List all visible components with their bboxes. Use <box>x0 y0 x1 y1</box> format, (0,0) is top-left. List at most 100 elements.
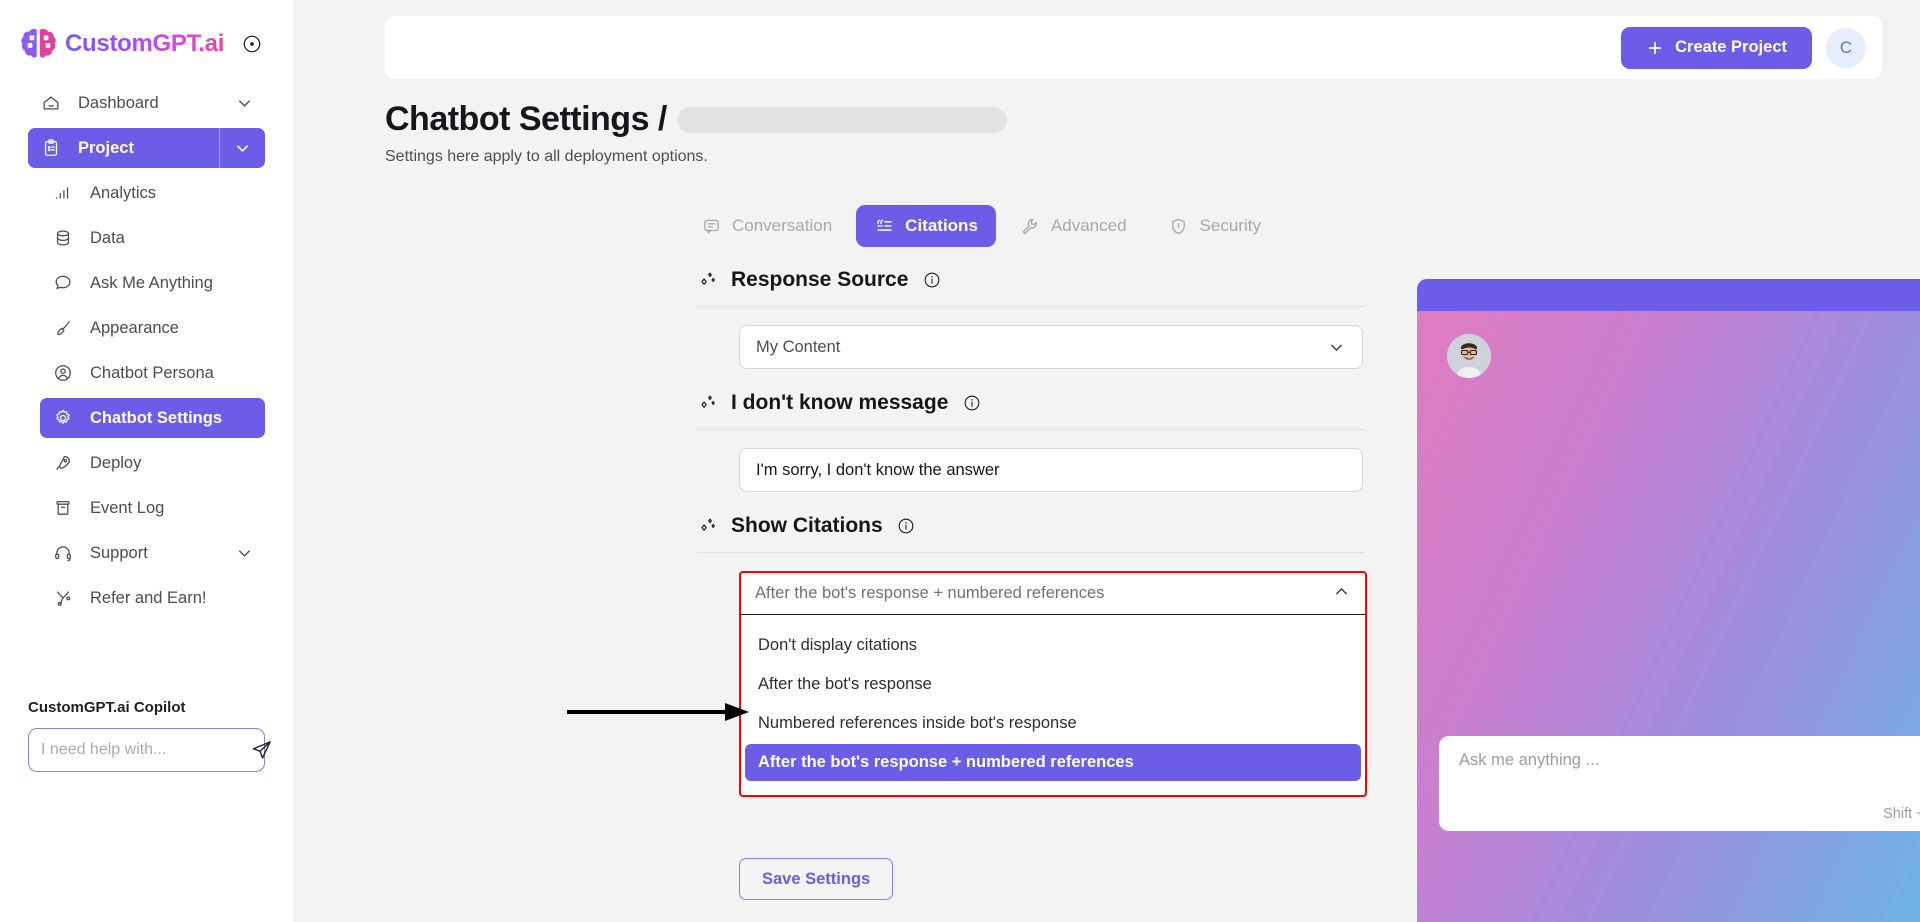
app-root: CustomGPT.ai Dashboard Project Analytics… <box>0 0 1920 922</box>
wrench-icon <box>1020 216 1040 236</box>
info-circle-icon[interactable] <box>962 394 981 413</box>
sidebar-item-appearance[interactable]: Appearance <box>40 308 265 348</box>
i-dont-know-value: I'm sorry, I don't know the answer <box>756 460 1000 479</box>
tab-conversation[interactable]: Conversation <box>683 205 850 247</box>
send-paper-plane-icon[interactable] <box>248 737 274 763</box>
main-content: Create Project C Chatbot Settings / Sett… <box>293 0 1920 922</box>
customgpt-brain-logo-icon <box>20 27 58 61</box>
sidebar-item-deploy[interactable]: Deploy <box>40 443 265 483</box>
tab-label: Conversation <box>732 216 833 235</box>
sparkle-diamonds-icon <box>697 270 717 290</box>
plus-icon <box>1646 39 1664 57</box>
avatar[interactable]: C <box>1826 27 1866 68</box>
page-header: Chatbot Settings / Settings here apply t… <box>385 100 1007 166</box>
chat-input-box[interactable]: Ask me anything ... Shift + Enter to add… <box>1439 736 1920 831</box>
citations-settings-form: Response Source My Content I don't know … <box>697 268 1367 797</box>
speech-bubble-icon <box>701 216 721 236</box>
chevron-down-icon[interactable] <box>235 544 253 562</box>
tab-advanced[interactable]: Advanced <box>1002 205 1145 247</box>
copilot-input-wrapper[interactable] <box>28 728 271 772</box>
save-settings-button[interactable]: Save Settings <box>739 858 894 900</box>
sidebar-item-ask-me-anything[interactable]: Ask Me Anything <box>40 263 265 303</box>
sidebar-item-analytics[interactable]: Analytics <box>40 173 265 213</box>
brand-name: CustomGPT.ai <box>65 30 225 57</box>
share-nodes-icon <box>52 587 74 609</box>
chat-bubble-icon <box>52 272 74 294</box>
database-icon <box>52 227 74 249</box>
settings-tabs: Conversation Citations Advanced Security <box>683 205 1279 247</box>
i-dont-know-input[interactable]: I'm sorry, I don't know the answer <box>739 448 1363 492</box>
sidebar-item-label: Chatbot Settings <box>90 408 222 427</box>
show-citations-value: After the bot's response + numbered refe… <box>755 584 1105 602</box>
sidebar-item-label: Chatbot Persona <box>90 363 214 382</box>
pointer-arrow-icon <box>567 697 757 727</box>
sidebar-item-project[interactable]: Project <box>28 128 265 168</box>
page-subtitle: Settings here apply to all deployment op… <box>385 148 708 165</box>
brand-header: CustomGPT.ai <box>0 0 293 66</box>
response-source-section: Response Source My Content <box>697 268 1365 369</box>
section-header: Response Source <box>697 268 1365 307</box>
rocket-icon <box>52 452 74 474</box>
sidebar-item-dashboard[interactable]: Dashboard <box>28 83 265 123</box>
section-title: Response Source <box>731 268 909 291</box>
chat-preview-body: Ask me anything ... Shift + Enter to add… <box>1417 311 1920 922</box>
section-title: Show Citations <box>731 514 883 537</box>
chevron-down-icon[interactable] <box>235 94 253 112</box>
sidebar-item-label: Analytics <box>90 183 157 202</box>
chat-input-placeholder: Ask me anything ... <box>1459 751 1600 769</box>
tab-citations[interactable]: Citations <box>856 205 996 247</box>
sparkle-diamonds-icon <box>697 393 717 413</box>
sidebar-item-chatbot-persona[interactable]: Chatbot Persona <box>40 353 265 393</box>
sidebar-item-label: Event Log <box>90 498 165 517</box>
home-icon <box>40 92 62 114</box>
gear-icon <box>52 407 74 429</box>
project-expand-toggle[interactable] <box>219 128 265 168</box>
paintbrush-icon <box>52 317 74 339</box>
project-name-redacted <box>676 106 1007 133</box>
copilot-title: CustomGPT.ai Copilot <box>28 699 186 716</box>
page-title-text: Chatbot Settings / <box>385 100 667 138</box>
response-source-field: My Content <box>697 307 1365 369</box>
collapse-circle-icon[interactable] <box>241 33 263 55</box>
quote-list-icon <box>874 216 894 236</box>
dropdown-option[interactable]: Numbered references inside bot's respons… <box>745 705 1361 742</box>
sidebar-item-refer-and-earn[interactable]: Refer and Earn! <box>40 578 265 618</box>
section-header: Show Citations <box>697 514 1365 553</box>
tab-label: Advanced <box>1050 216 1127 235</box>
chevron-up-icon[interactable] <box>1332 582 1351 606</box>
dropdown-option[interactable]: Don't display citations <box>745 627 1361 664</box>
show-citations-section: Show Citations After the bot's response … <box>697 514 1367 797</box>
sidebar: CustomGPT.ai Dashboard Project Analytics… <box>0 0 293 922</box>
user-circle-icon <box>52 362 74 384</box>
clipboard-icon <box>40 137 62 159</box>
section-title: I don't know message <box>731 391 949 414</box>
sidebar-nav: Dashboard Project Analytics Data Ask Me … <box>0 78 293 623</box>
sidebar-item-data[interactable]: Data <box>40 218 265 258</box>
info-circle-icon[interactable] <box>897 517 916 536</box>
info-circle-icon[interactable] <box>922 271 941 290</box>
copilot-input[interactable] <box>41 741 248 759</box>
top-bar: Create Project C <box>385 16 1882 79</box>
dropdown-option-selected[interactable]: After the bot's response + numbered refe… <box>745 744 1361 781</box>
show-citations-dropdown[interactable]: After the bot's response + numbered refe… <box>739 571 1367 797</box>
sparkle-diamonds-icon <box>697 516 717 536</box>
avatar <box>1447 334 1491 378</box>
show-citations-select-control[interactable]: After the bot's response + numbered refe… <box>741 573 1365 615</box>
sidebar-item-label: Refer and Earn! <box>90 588 207 607</box>
sidebar-item-event-log[interactable]: Event Log <box>40 488 265 528</box>
archive-icon <box>52 497 74 519</box>
create-project-button[interactable]: Create Project <box>1621 26 1812 69</box>
tab-label: Citations <box>905 216 978 235</box>
sidebar-item-chatbot-settings[interactable]: Chatbot Settings <box>40 398 265 438</box>
page-title: Chatbot Settings / <box>385 100 1007 139</box>
i-dont-know-field: I'm sorry, I don't know the answer <box>697 430 1365 492</box>
tab-security[interactable]: Security <box>1151 205 1279 247</box>
response-source-select[interactable]: My Content <box>739 325 1363 369</box>
sidebar-item-label: Appearance <box>90 318 179 337</box>
chevron-down-icon[interactable] <box>1326 337 1346 357</box>
sidebar-item-label: Deploy <box>90 453 142 472</box>
chat-preview-header <box>1417 279 1920 311</box>
tab-label: Security <box>1199 216 1261 235</box>
sidebar-item-support[interactable]: Support <box>40 533 265 573</box>
dropdown-option[interactable]: After the bot's response <box>745 666 1361 703</box>
